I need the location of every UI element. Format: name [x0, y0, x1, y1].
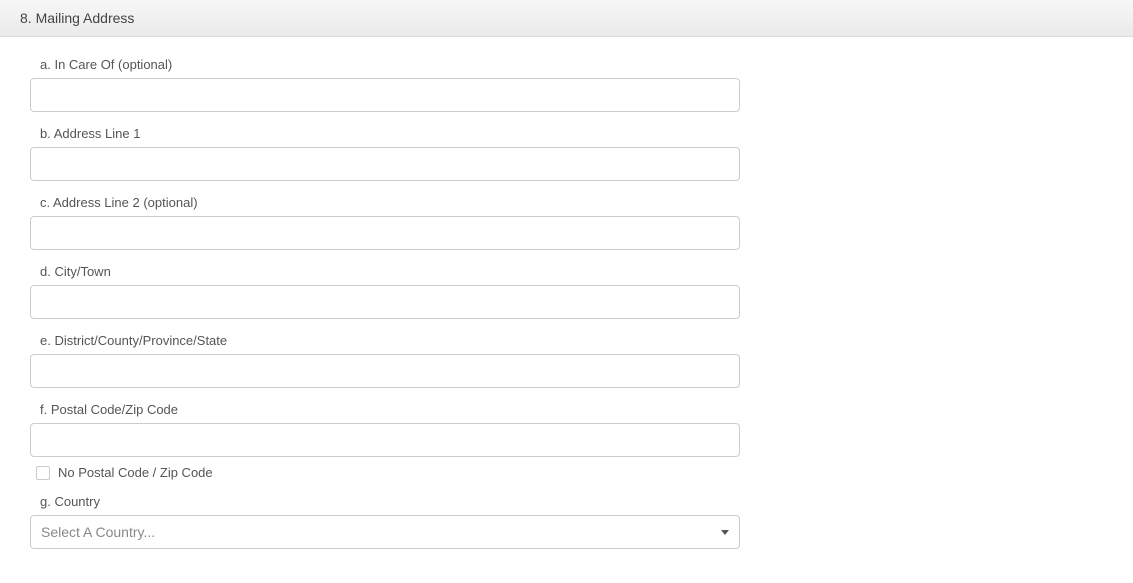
select-country[interactable]: Select A Country... — [30, 515, 740, 549]
input-city[interactable] — [30, 285, 740, 319]
form-body: a. In Care Of (optional) b. Address Line… — [0, 37, 1133, 583]
label-address1: b. Address Line 1 — [40, 126, 740, 141]
label-city: d. City/Town — [40, 264, 740, 279]
label-postal: f. Postal Code/Zip Code — [40, 402, 740, 417]
section-header: 8. Mailing Address — [0, 0, 1133, 37]
checkbox-no-postal[interactable] — [36, 466, 50, 480]
field-address1: b. Address Line 1 — [30, 126, 740, 181]
label-in-care-of: a. In Care Of (optional) — [40, 57, 740, 72]
field-country: g. Country Select A Country... — [30, 494, 740, 549]
input-in-care-of[interactable] — [30, 78, 740, 112]
input-postal[interactable] — [30, 423, 740, 457]
label-no-postal[interactable]: No Postal Code / Zip Code — [58, 465, 213, 480]
label-country: g. Country — [40, 494, 740, 509]
input-address2[interactable] — [30, 216, 740, 250]
input-district[interactable] — [30, 354, 740, 388]
input-address1[interactable] — [30, 147, 740, 181]
label-district: e. District/County/Province/State — [40, 333, 740, 348]
no-postal-row: No Postal Code / Zip Code — [36, 465, 740, 480]
field-address2: c. Address Line 2 (optional) — [30, 195, 740, 250]
field-postal: f. Postal Code/Zip Code No Postal Code /… — [30, 402, 740, 480]
label-address2: c. Address Line 2 (optional) — [40, 195, 740, 210]
field-in-care-of: a. In Care Of (optional) — [30, 57, 740, 112]
field-district: e. District/County/Province/State — [30, 333, 740, 388]
field-city: d. City/Town — [30, 264, 740, 319]
section-title: 8. Mailing Address — [20, 10, 134, 26]
